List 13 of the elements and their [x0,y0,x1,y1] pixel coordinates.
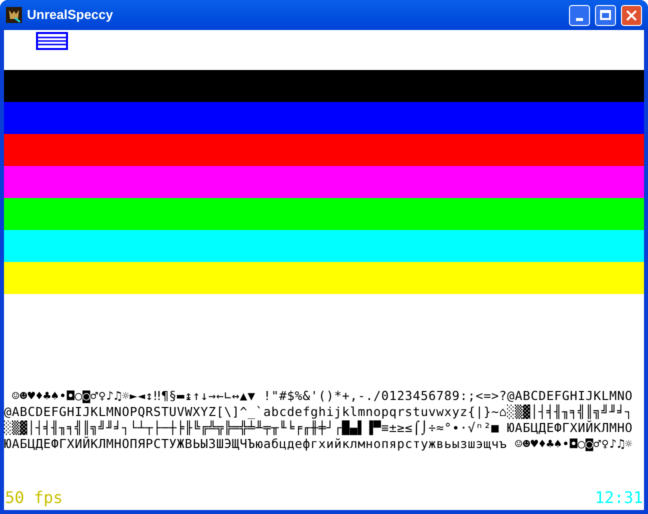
close-button[interactable] [621,4,642,26]
minimize-button[interactable] [569,4,590,26]
character-row-text: ░▒▓│┤╡╢╖╕╣║╗╝╜╛┐└┴┬├─┼╞╟╚╔╩╦╠═╬╧╨╤╥╙╘╒╓╫╪┘┌█▄▌▐▀≡±≥≤⌠⌡÷≈°∙·√ⁿ²■ ЮАБЦДЕФГХИЙКЛМНО [4,420,633,436]
window-title: UnrealSpeccy [27,6,114,24]
close-icon [626,10,637,20]
app-icon [6,7,22,23]
character-row: ЮАБЦДЕФГХИЙКЛМНОПЯРСТУЖВЬЫЗШЭЩЧЪюабцдефгхийклмнопярстужвьызшэщчъ ☺☻♥♦♣♠•◘○◙♂♀♪♫☼ [4,436,633,452]
lines-icon [36,32,68,50]
clock: 12:31 [594,489,643,507]
character-row: @ABCDEFGHIJKLMNOPQRSTUVWXYZ[\]^_`abcdefghijklmnopqrstuvwxyz{|}~⌂░▒▓│┤╡╢╖╕╣║╗╝╜╛┐ [4,404,633,420]
character-row-text: ☺☻♥♦♣♠•◘○◙♂♀♪♫☼►◄↕‼¶§▬↨↑↓→←∟↔▲▼ !"#$%&'()*+,-./0123456789:;<=>?@ABCDEFGHIJKLMNO [10,388,633,404]
maximize-button[interactable] [595,4,616,26]
fps-counter: 50 fps [5,489,63,507]
